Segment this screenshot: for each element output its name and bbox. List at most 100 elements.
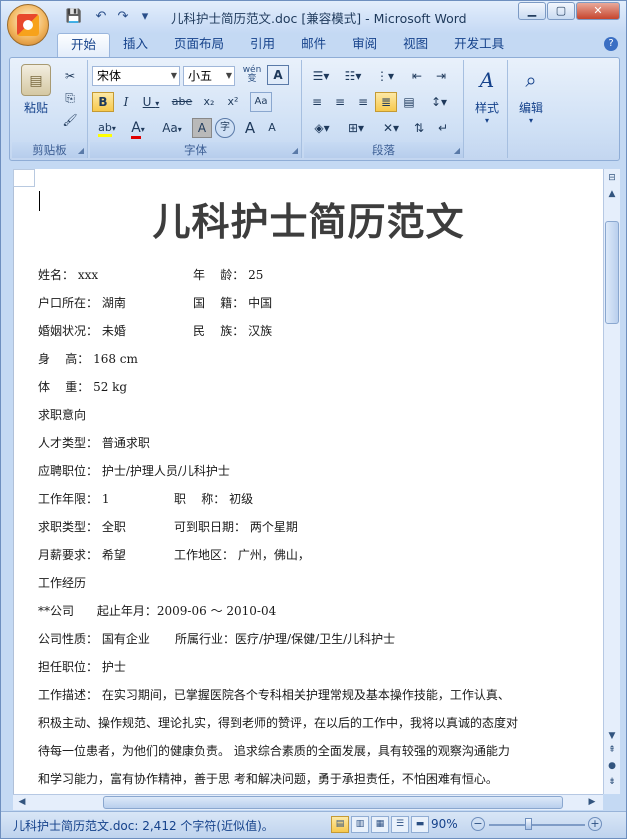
italic-button[interactable]: I xyxy=(116,92,136,112)
zoom-level[interactable]: 90% xyxy=(431,817,458,831)
tab-mailings[interactable]: 邮件 xyxy=(288,33,339,57)
multilevel-list-icon[interactable]: ⋮▾ xyxy=(370,66,400,86)
browse-object-icon[interactable]: ● xyxy=(605,759,619,773)
tab-home[interactable]: 开始 xyxy=(57,33,111,57)
change-case-button[interactable]: Aa▾ xyxy=(156,118,188,138)
format-painter-icon[interactable]: 🖌 xyxy=(60,110,80,130)
character-border-button[interactable]: A xyxy=(267,65,289,85)
styles-group: A 样式 ▾ xyxy=(466,60,508,158)
document-line: 工作年限： 1 职 称： 初级 xyxy=(38,489,253,509)
phonetic-guide-button[interactable]: wén 变 xyxy=(240,65,264,85)
chinese-layout-icon[interactable]: ✕▾ xyxy=(376,118,406,138)
sort-icon[interactable]: ⇅ xyxy=(408,118,430,138)
line-spacing-icon[interactable]: ↕▾ xyxy=(424,92,454,112)
document-line: **公司 起止年月：2009-06 ～ 2010-04 xyxy=(38,601,276,621)
font-size-select[interactable]: 小五 ▼ xyxy=(183,66,235,86)
tab-insert[interactable]: 插入 xyxy=(110,33,161,57)
font-name-select[interactable]: 宋体 ▼ xyxy=(92,66,180,86)
character-shading-button[interactable]: A xyxy=(192,118,212,138)
line-text-secondary: 国 籍： 中国 xyxy=(193,296,273,310)
justify-icon[interactable]: ≣ xyxy=(375,92,397,112)
document-line: 求职类型： 全职 可到职日期： 两个星期 xyxy=(38,517,298,537)
previous-page-icon[interactable]: ⇞ xyxy=(605,743,619,757)
shading-icon[interactable]: ◈▾ xyxy=(306,118,338,138)
scroll-left-icon[interactable]: ◀ xyxy=(15,795,29,809)
document-title: 儿科护士简历范文 xyxy=(152,200,465,244)
bullets-icon[interactable]: ☰▾ xyxy=(306,66,336,86)
ribbon: ▤ 剪贴板 粘贴 ✂ ⎘ 🖌 剪贴板◢ 宋体▼ 小五▼ wén 变 A B I … xyxy=(9,57,620,161)
tab-review[interactable]: 审阅 xyxy=(339,33,390,57)
font-color-button[interactable]: A▾ xyxy=(124,118,152,139)
draft-icon[interactable]: ▬ xyxy=(411,816,429,833)
qat-customize-icon[interactable]: ▾ xyxy=(137,9,153,25)
subscript-button[interactable]: x₂ xyxy=(198,92,220,112)
tab-developer[interactable]: 开发工具 xyxy=(441,33,517,57)
redo-icon[interactable]: ↷ xyxy=(115,9,131,25)
scroll-down-icon[interactable]: ▼ xyxy=(605,729,619,743)
undo-icon[interactable]: ↶ xyxy=(93,9,109,25)
horizontal-scrollbar[interactable]: ◀ ▶ xyxy=(13,794,603,810)
styles-button[interactable]: A 样式 ▾ xyxy=(470,64,504,125)
align-right-icon[interactable]: ≡ xyxy=(352,92,374,112)
document-line: 和学习能力，富有协作精神，善于思 考和解决问题，勇于承担责任，不怕困难有恒心。 xyxy=(38,769,498,789)
document-line: 月薪要求： 希望 工作地区： 广州，佛山， xyxy=(38,545,310,565)
enclose-characters-button[interactable]: 字 xyxy=(215,118,235,138)
ribbon-tabs: 开始 插入 页面布局 引用 邮件 审阅 视图 开发工具 xyxy=(57,33,517,57)
next-page-icon[interactable]: ⇟ xyxy=(605,775,619,789)
cut-icon[interactable]: ✂ xyxy=(60,66,80,86)
horizontal-scroll-thumb[interactable] xyxy=(103,796,563,809)
dialog-launcher-icon[interactable]: ◢ xyxy=(78,146,84,155)
strikethrough-button[interactable]: abe xyxy=(168,92,196,112)
maximize-button[interactable]: ▢ xyxy=(547,2,575,20)
line-text: 人才类型： 普通求职 xyxy=(38,436,150,450)
dialog-launcher-icon[interactable]: ◢ xyxy=(292,146,298,155)
print-layout-icon[interactable]: ▤ xyxy=(331,816,349,833)
view-buttons: ▤ ▥ ▦ ☰ ▬ xyxy=(331,816,429,833)
clear-formatting-button[interactable]: Aa xyxy=(250,92,272,112)
zoom-slider-thumb[interactable] xyxy=(525,818,532,830)
close-button[interactable]: ✕ xyxy=(576,2,620,20)
shrink-font-button[interactable]: A xyxy=(262,118,282,138)
web-layout-icon[interactable]: ▦ xyxy=(371,816,389,833)
minimize-button[interactable]: ▁ xyxy=(518,2,546,20)
scroll-right-icon[interactable]: ▶ xyxy=(585,795,599,809)
dialog-launcher-icon[interactable]: ◢ xyxy=(454,146,460,155)
distributed-icon[interactable]: ▤ xyxy=(398,92,420,112)
show-marks-icon[interactable]: ↵ xyxy=(432,118,454,138)
decrease-indent-icon[interactable]: ⇤ xyxy=(406,66,428,86)
line-text-secondary: 可到职日期： 两个星期 xyxy=(174,520,298,534)
align-center-icon[interactable]: ≡ xyxy=(329,92,351,112)
help-icon[interactable]: ? xyxy=(604,37,618,51)
zoom-slider[interactable] xyxy=(489,824,585,826)
tab-page-layout[interactable]: 页面布局 xyxy=(161,33,237,57)
ruler-view-icon[interactable]: ⊟ xyxy=(605,171,619,185)
office-button[interactable] xyxy=(7,4,49,46)
borders-icon[interactable]: ⊞▾ xyxy=(340,118,372,138)
document-area[interactable]: 儿科护士简历范文 姓名： xxx 年 龄： 25 户口所在： 湖南 国 籍： 中国 婚姻… xyxy=(13,169,603,794)
document-page[interactable]: 儿科护士简历范文 姓名： xxx 年 龄： 25 户口所在： 湖南 国 籍： 中国 婚姻… xyxy=(13,169,603,794)
underline-button[interactable]: U ▾ xyxy=(138,92,164,112)
vertical-scrollbar[interactable]: ⊟ ▲ ▼ ⇞ ● ⇟ xyxy=(603,169,620,794)
paste-button[interactable]: ▤ 剪贴板 粘贴 xyxy=(18,64,54,116)
scroll-up-icon[interactable]: ▲ xyxy=(605,187,619,201)
tab-view[interactable]: 视图 xyxy=(390,33,441,57)
save-icon[interactable]: 💾 xyxy=(57,9,91,25)
bold-button[interactable]: B xyxy=(92,92,114,112)
increase-indent-icon[interactable]: ⇥ xyxy=(430,66,452,86)
outline-icon[interactable]: ☰ xyxy=(391,816,409,833)
full-screen-reading-icon[interactable]: ▥ xyxy=(351,816,369,833)
editing-button[interactable]: ⌕ 编辑 ▾ xyxy=(514,64,548,125)
align-left-icon[interactable]: ≡ xyxy=(306,92,328,112)
superscript-button[interactable]: x² xyxy=(222,92,244,112)
highlight-button[interactable]: ab▾ xyxy=(92,118,122,138)
numbering-icon[interactable]: ☷▾ xyxy=(338,66,368,86)
document-line: 体 重： 52 kg xyxy=(38,377,127,397)
window-title: 儿科护士简历范文.doc [兼容模式] - Microsoft Word xyxy=(171,11,467,26)
tab-references[interactable]: 引用 xyxy=(237,33,288,57)
scroll-thumb[interactable] xyxy=(605,221,619,324)
zoom-out-icon[interactable]: − xyxy=(471,817,485,831)
copy-icon[interactable]: ⎘ xyxy=(60,88,80,108)
grow-font-button[interactable]: A xyxy=(240,118,260,138)
zoom-in-icon[interactable]: + xyxy=(588,817,602,831)
ruler-toggle[interactable] xyxy=(13,169,35,187)
